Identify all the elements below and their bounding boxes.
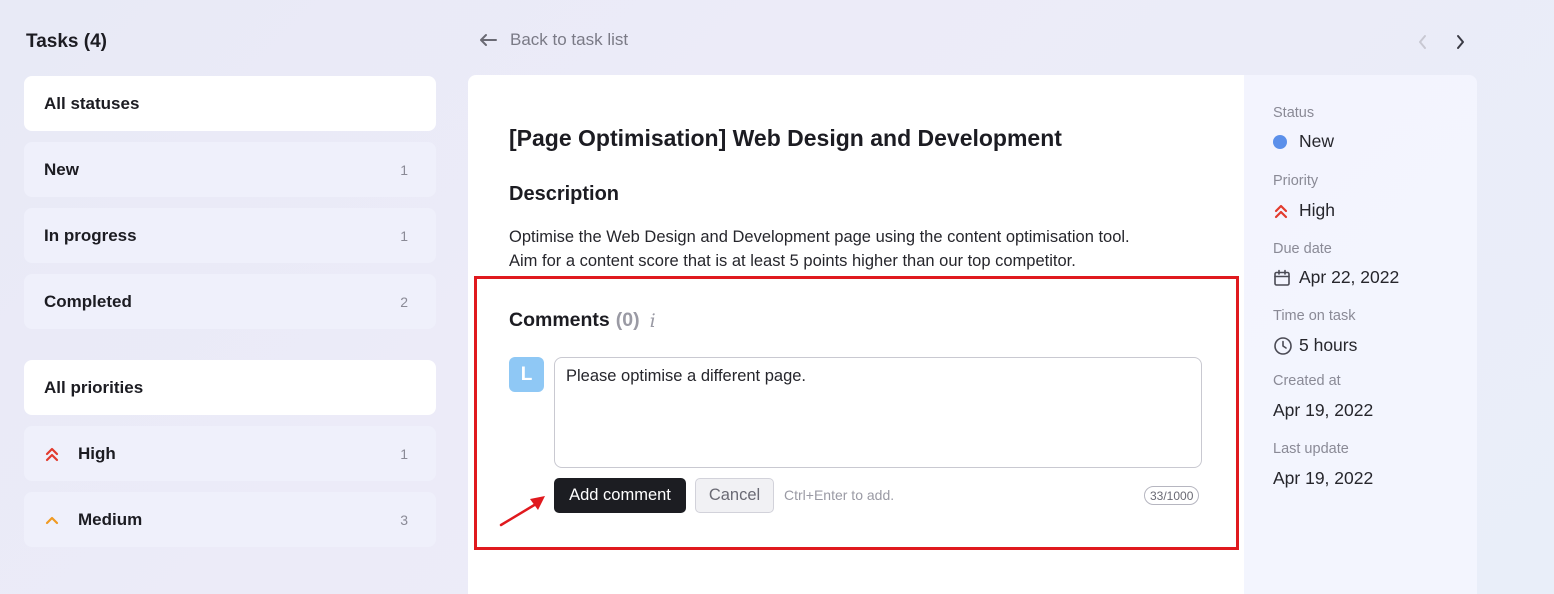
status-value[interactable]: New	[1273, 131, 1334, 152]
filter-count: 3	[400, 511, 408, 528]
cancel-button[interactable]: Cancel	[695, 478, 774, 513]
chevron-left-icon	[1419, 35, 1426, 49]
sidebar-title: Tasks (4)	[26, 31, 107, 52]
annotation-arrow-icon	[499, 496, 545, 527]
filter-status-completed[interactable]: Completed 2	[24, 274, 436, 329]
filter-all-statuses[interactable]: All statuses	[24, 76, 436, 131]
comment-input[interactable]: Please optimise a different page.	[554, 357, 1202, 468]
filter-status-in-progress[interactable]: In progress 1	[24, 208, 436, 263]
created-at-value: Apr 19, 2022	[1273, 400, 1374, 420]
filter-label: Medium	[78, 509, 143, 529]
filter-count: 1	[400, 445, 408, 462]
priority-label: Priority	[1273, 173, 1319, 189]
status-dot-icon	[1273, 134, 1287, 149]
chevron-right-icon	[1457, 35, 1464, 49]
time-on-task-label: Time on task	[1273, 308, 1356, 324]
back-to-task-list-link[interactable]: Back to task list	[478, 30, 628, 50]
time-on-task-value[interactable]: 5 hours	[1273, 335, 1357, 356]
due-date-value[interactable]: Apr 22, 2022	[1273, 267, 1399, 288]
filter-label: Completed	[44, 291, 132, 311]
created-at-label: Created at	[1273, 373, 1341, 389]
last-update-value: Apr 19, 2022	[1273, 468, 1374, 488]
status-text: New	[1299, 131, 1335, 151]
task-description: Optimise the Web Design and Development …	[509, 225, 1209, 273]
previous-task-button[interactable]	[1413, 32, 1433, 52]
comments-heading: Comments (0) i	[509, 309, 656, 332]
due-date-label: Due date	[1273, 241, 1332, 257]
last-update-label: Last update	[1273, 441, 1349, 457]
comments-title: Comments	[509, 309, 610, 331]
filter-label: High	[78, 443, 116, 463]
filter-label: All statuses	[44, 93, 140, 113]
filter-label: In progress	[44, 225, 137, 245]
task-title: [Page Optimisation] Web Design and Devel…	[509, 125, 1062, 151]
calendar-icon	[1273, 269, 1291, 287]
chevron-up-icon	[44, 512, 60, 528]
info-icon[interactable]: i	[650, 310, 656, 332]
status-label: Status	[1273, 105, 1315, 121]
filter-count: 2	[400, 293, 408, 310]
filter-priority-medium[interactable]: Medium 3	[24, 492, 436, 547]
filter-label: New	[44, 159, 79, 179]
keyboard-hint: Ctrl+Enter to add.	[784, 487, 895, 503]
filter-status-new[interactable]: New 1	[24, 142, 436, 197]
double-chevron-up-icon	[1273, 203, 1289, 219]
character-counter: 33/1000	[1144, 486, 1200, 505]
description-line: Optimise the Web Design and Development …	[509, 228, 1130, 246]
filter-count: 1	[400, 161, 408, 178]
double-chevron-up-icon	[44, 446, 60, 462]
clock-icon	[1273, 336, 1293, 356]
due-date-text: Apr 22, 2022	[1299, 267, 1400, 287]
description-heading: Description	[509, 183, 620, 205]
filter-label: All priorities	[44, 377, 144, 397]
comments-count: (0)	[615, 309, 640, 331]
priority-value[interactable]: High	[1273, 200, 1335, 221]
description-line: Aim for a content score that is at least…	[509, 252, 1076, 270]
filter-all-priorities[interactable]: All priorities	[24, 360, 436, 415]
task-details-panel: Status New Priority High Due date Apr 22…	[1244, 75, 1477, 594]
time-on-task-text: 5 hours	[1299, 335, 1358, 355]
filter-priority-high[interactable]: High 1	[24, 426, 436, 481]
next-task-button[interactable]	[1450, 32, 1470, 52]
filter-count: 1	[400, 227, 408, 244]
back-link-label: Back to task list	[510, 30, 629, 49]
add-comment-button[interactable]: Add comment	[554, 478, 686, 513]
arrow-left-icon	[480, 34, 497, 46]
task-detail-card: [Page Optimisation] Web Design and Devel…	[468, 75, 1244, 594]
avatar: L	[509, 357, 544, 392]
priority-text: High	[1299, 200, 1335, 220]
